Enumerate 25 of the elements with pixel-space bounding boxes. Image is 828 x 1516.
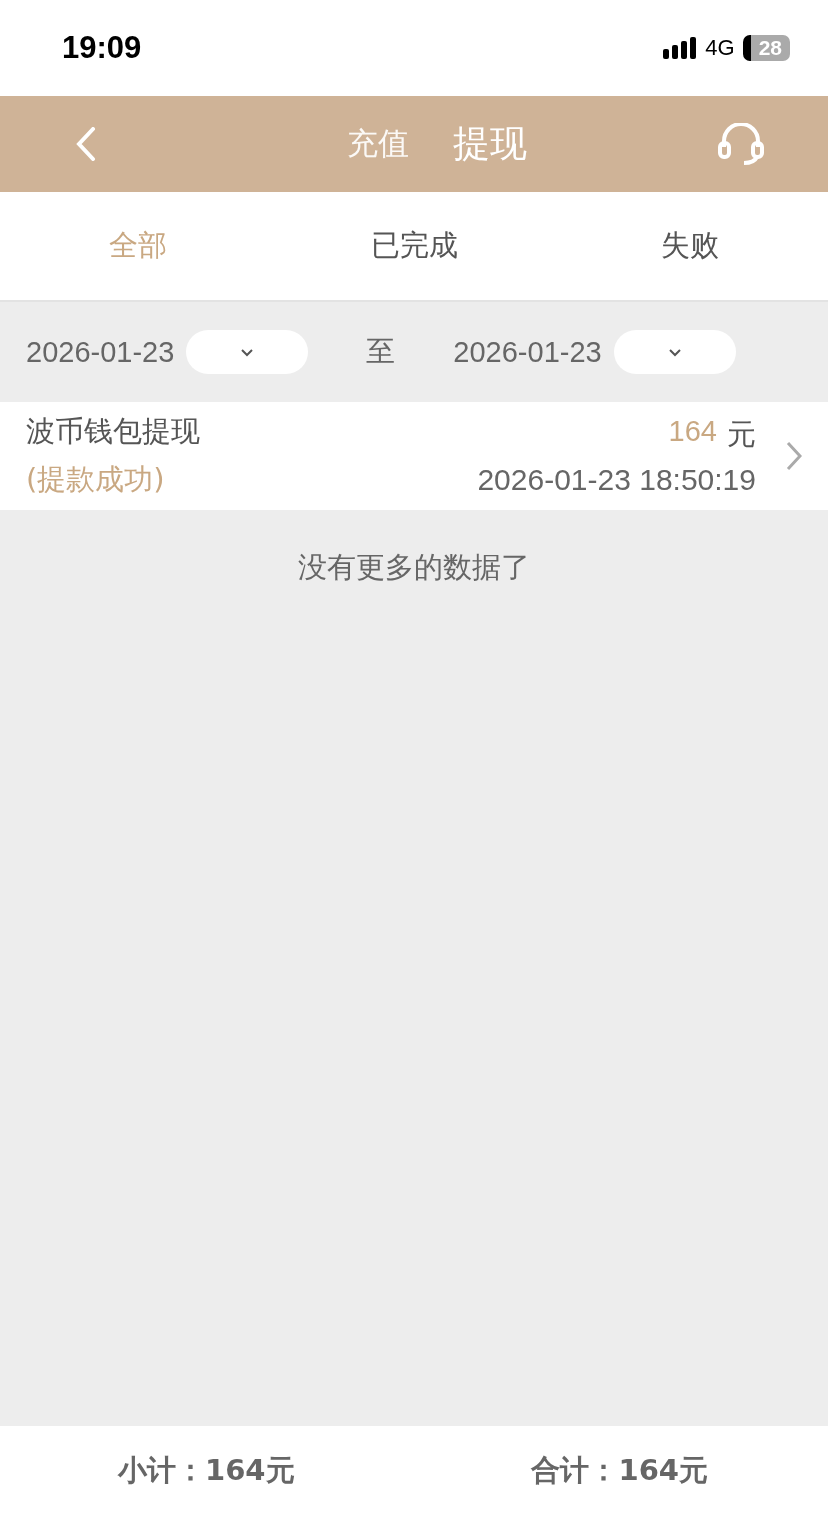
headset-icon[interactable] <box>718 123 764 165</box>
subtotal-label: 小计：164元 <box>118 1452 295 1489</box>
record-amount: 164 <box>668 415 717 449</box>
filter-tab[interactable]: 已完成 <box>276 192 552 300</box>
amount-unit: 元 <box>727 416 756 453</box>
end-of-list-message: 没有更多的数据了 <box>298 549 530 586</box>
battery-indicator: 28 <box>742 35 790 61</box>
caret-icon <box>240 347 255 357</box>
status-time: 19:09 <box>62 30 142 66</box>
start-date: 2026-01-23 <box>26 335 175 369</box>
end-date: 2026-01-23 <box>453 335 602 369</box>
record-status: (提款成功) <box>26 461 166 498</box>
back-icon[interactable] <box>76 127 96 161</box>
record-title: 波币钱包提现 <box>26 413 201 450</box>
record-time: 2026-01-23 18:50:19 <box>477 463 756 497</box>
network-label: 4G <box>705 35 735 61</box>
range-separator: 至 <box>366 333 396 370</box>
start-date-dropdown[interactable] <box>186 330 309 374</box>
total-label: 合计：164元 <box>531 1452 708 1489</box>
record-row[interactable]: 波币钱包提现 (提款成功) 164 元 2026-01-23 18:50:19 <box>0 402 828 510</box>
end-date-dropdown[interactable] <box>613 330 736 374</box>
signal-icon <box>663 37 698 59</box>
filter-tab[interactable]: 失败 <box>552 192 828 300</box>
caret-icon <box>667 347 682 357</box>
chevron-right-icon <box>786 441 802 471</box>
